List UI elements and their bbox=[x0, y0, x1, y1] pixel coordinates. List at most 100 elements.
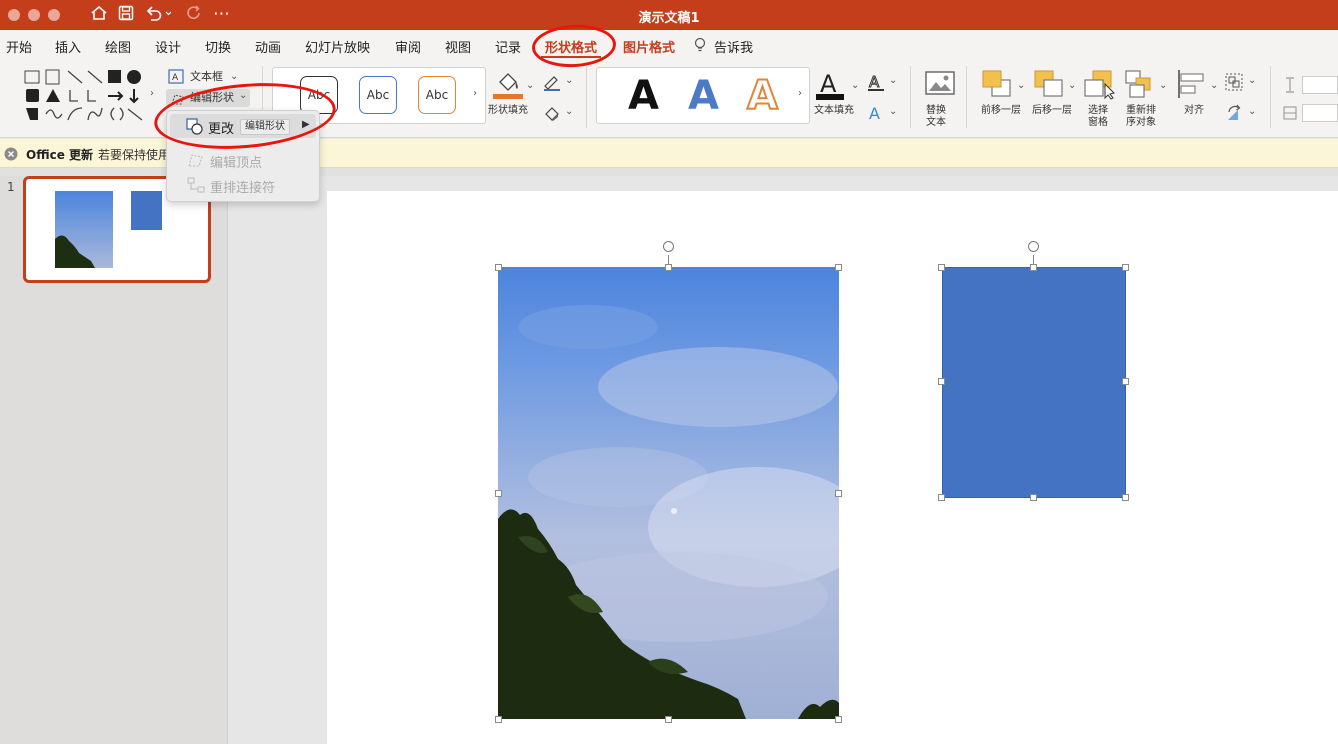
text-fill-label[interactable]: 文本填充 bbox=[814, 105, 854, 117]
photo-resize-handle[interactable] bbox=[665, 716, 672, 723]
tab-review[interactable]: 审阅 bbox=[395, 37, 421, 56]
wordart-style-black[interactable]: A bbox=[628, 74, 659, 118]
notice-title: Office 更新 bbox=[26, 148, 94, 162]
bring-forward-icon[interactable] bbox=[980, 68, 1014, 104]
slide-thumbnails-pane: 1 bbox=[0, 176, 228, 744]
align-label[interactable]: 对齐 bbox=[1184, 105, 1204, 117]
thumbnail-photo bbox=[55, 191, 113, 268]
shapes-gallery-more-icon[interactable]: › bbox=[150, 88, 154, 99]
tab-view[interactable]: 视图 bbox=[445, 37, 471, 56]
ribbon-tabs: 开始 插入 绘图 设计 切换 动画 幻灯片放映 审阅 视图 记录 形状格式 图片… bbox=[0, 30, 1338, 60]
shapes-gallery[interactable] bbox=[22, 68, 152, 128]
rectangle-rotate-handle[interactable] bbox=[1028, 241, 1039, 252]
reorder-objects-chevron-icon[interactable]: ⌄ bbox=[1159, 80, 1167, 91]
shape-style-2[interactable]: Abc bbox=[359, 76, 397, 114]
photo-resize-handle[interactable] bbox=[835, 264, 842, 271]
shape-height-input[interactable] bbox=[1302, 76, 1338, 94]
tab-design[interactable]: 设计 bbox=[155, 37, 181, 56]
svg-text:A: A bbox=[172, 73, 179, 83]
slide-number: 1 bbox=[7, 180, 15, 194]
rectangle-resize-handle[interactable] bbox=[1030, 494, 1037, 501]
rectangle-resize-handle[interactable] bbox=[1122, 494, 1129, 501]
shape-outline-icon[interactable] bbox=[542, 73, 562, 95]
sky-photo[interactable] bbox=[498, 267, 839, 719]
rectangle-resize-handle[interactable] bbox=[938, 378, 945, 385]
photo-resize-handle[interactable] bbox=[495, 264, 502, 271]
paint-bucket-icon[interactable] bbox=[492, 68, 524, 104]
rectangle-resize-handle[interactable] bbox=[1122, 264, 1129, 271]
selection-pane-icon[interactable] bbox=[1083, 68, 1117, 104]
tab-picture-format[interactable]: 图片格式 bbox=[623, 37, 675, 56]
rotate-icon[interactable] bbox=[1224, 104, 1244, 128]
reorder-objects-label[interactable]: 重新排 序对象 bbox=[1126, 105, 1156, 129]
send-backward-icon[interactable] bbox=[1032, 68, 1066, 104]
tab-slide-show[interactable]: 幻灯片放映 bbox=[305, 37, 370, 56]
alt-text-label[interactable]: 替换 文本 bbox=[926, 105, 946, 129]
alt-text-icon[interactable] bbox=[924, 70, 956, 106]
rotate-chevron-icon[interactable]: ⌄ bbox=[1248, 106, 1256, 117]
send-backward-chevron-icon[interactable]: ⌄ bbox=[1068, 80, 1076, 91]
rectangle-resize-handle[interactable] bbox=[938, 264, 945, 271]
send-backward-label[interactable]: 后移一层 bbox=[1032, 105, 1072, 117]
text-fill-chevron-icon[interactable]: ⌄ bbox=[851, 80, 859, 91]
tell-me-search[interactable]: 告诉我 bbox=[714, 37, 753, 56]
tab-record[interactable]: 记录 bbox=[495, 37, 521, 56]
shape-styles-more-icon[interactable]: › bbox=[473, 88, 477, 99]
selection-pane-label[interactable]: 选择 窗格 bbox=[1088, 105, 1108, 129]
svg-text:A: A bbox=[869, 73, 880, 91]
photo-resize-handle[interactable] bbox=[665, 264, 672, 271]
group-objects-chevron-icon[interactable]: ⌄ bbox=[1248, 75, 1256, 86]
text-effects-chevron-icon[interactable]: ⌄ bbox=[889, 106, 897, 117]
wordart-style-orange[interactable]: A bbox=[746, 73, 779, 119]
textbox-icon[interactable]: A bbox=[168, 69, 184, 88]
text-fill-icon[interactable]: A bbox=[814, 68, 846, 106]
svg-text:A: A bbox=[869, 104, 880, 123]
shape-style-3[interactable]: Abc bbox=[418, 76, 456, 114]
text-outline-chevron-icon[interactable]: ⌄ bbox=[889, 75, 897, 86]
shape-width-icon bbox=[1282, 104, 1298, 126]
photo-resize-handle[interactable] bbox=[835, 716, 842, 723]
tab-draw[interactable]: 绘图 bbox=[105, 37, 131, 56]
align-icon[interactable] bbox=[1176, 68, 1210, 104]
rectangle-resize-handle[interactable] bbox=[938, 494, 945, 501]
shape-effects-chevron-icon[interactable]: ⌄ bbox=[565, 106, 573, 117]
photo-resize-handle[interactable] bbox=[495, 716, 502, 723]
shape-fill-chevron-icon[interactable]: ⌄ bbox=[526, 80, 534, 91]
tab-insert[interactable]: 插入 bbox=[55, 37, 81, 56]
wordart-style-blue[interactable]: A bbox=[688, 74, 719, 118]
shape-fill-label[interactable]: 形状填充 bbox=[488, 105, 528, 117]
rectangle-rotate-stem bbox=[1033, 255, 1034, 264]
bring-forward-chevron-icon[interactable]: ⌄ bbox=[1017, 80, 1025, 91]
textbox-label[interactable]: 文本框 bbox=[190, 71, 223, 83]
bring-forward-label[interactable]: 前移一层 bbox=[981, 105, 1021, 117]
photo-resize-handle[interactable] bbox=[495, 490, 502, 497]
ribbon-divider bbox=[966, 66, 967, 128]
reroute-connectors-icon bbox=[187, 177, 205, 197]
thumbnail-rectangle bbox=[131, 191, 162, 230]
shape-effects-icon[interactable] bbox=[542, 104, 562, 126]
group-objects-icon[interactable] bbox=[1224, 72, 1244, 96]
close-circle-icon[interactable] bbox=[4, 146, 18, 165]
shape-height-icon bbox=[1282, 76, 1298, 98]
wordart-more-icon[interactable]: › bbox=[798, 88, 802, 99]
blue-rectangle-shape[interactable] bbox=[942, 267, 1126, 498]
text-effects-icon[interactable]: A bbox=[866, 103, 886, 127]
textbox-chevron-icon[interactable]: ⌄ bbox=[230, 71, 238, 82]
shape-width-input[interactable] bbox=[1302, 104, 1338, 122]
align-chevron-icon[interactable]: ⌄ bbox=[1210, 80, 1218, 91]
reorder-objects-icon[interactable] bbox=[1124, 68, 1158, 104]
window-title: 演示文稿1 bbox=[638, 11, 700, 26]
rectangle-resize-handle[interactable] bbox=[1030, 264, 1037, 271]
tab-animations[interactable]: 动画 bbox=[255, 37, 281, 56]
text-outline-icon[interactable]: A bbox=[866, 72, 886, 96]
photo-resize-handle[interactable] bbox=[835, 490, 842, 497]
shape-outline-chevron-icon[interactable]: ⌄ bbox=[565, 75, 573, 86]
ribbon-divider bbox=[910, 66, 911, 128]
title-bar: ⋯ 演示文稿1 bbox=[0, 0, 1338, 30]
svg-text:A: A bbox=[820, 70, 837, 98]
tab-transitions[interactable]: 切换 bbox=[205, 37, 231, 56]
ribbon-divider bbox=[1270, 66, 1271, 128]
rectangle-resize-handle[interactable] bbox=[1122, 378, 1129, 385]
tab-home[interactable]: 开始 bbox=[6, 37, 32, 56]
photo-rotate-handle[interactable] bbox=[663, 241, 674, 252]
